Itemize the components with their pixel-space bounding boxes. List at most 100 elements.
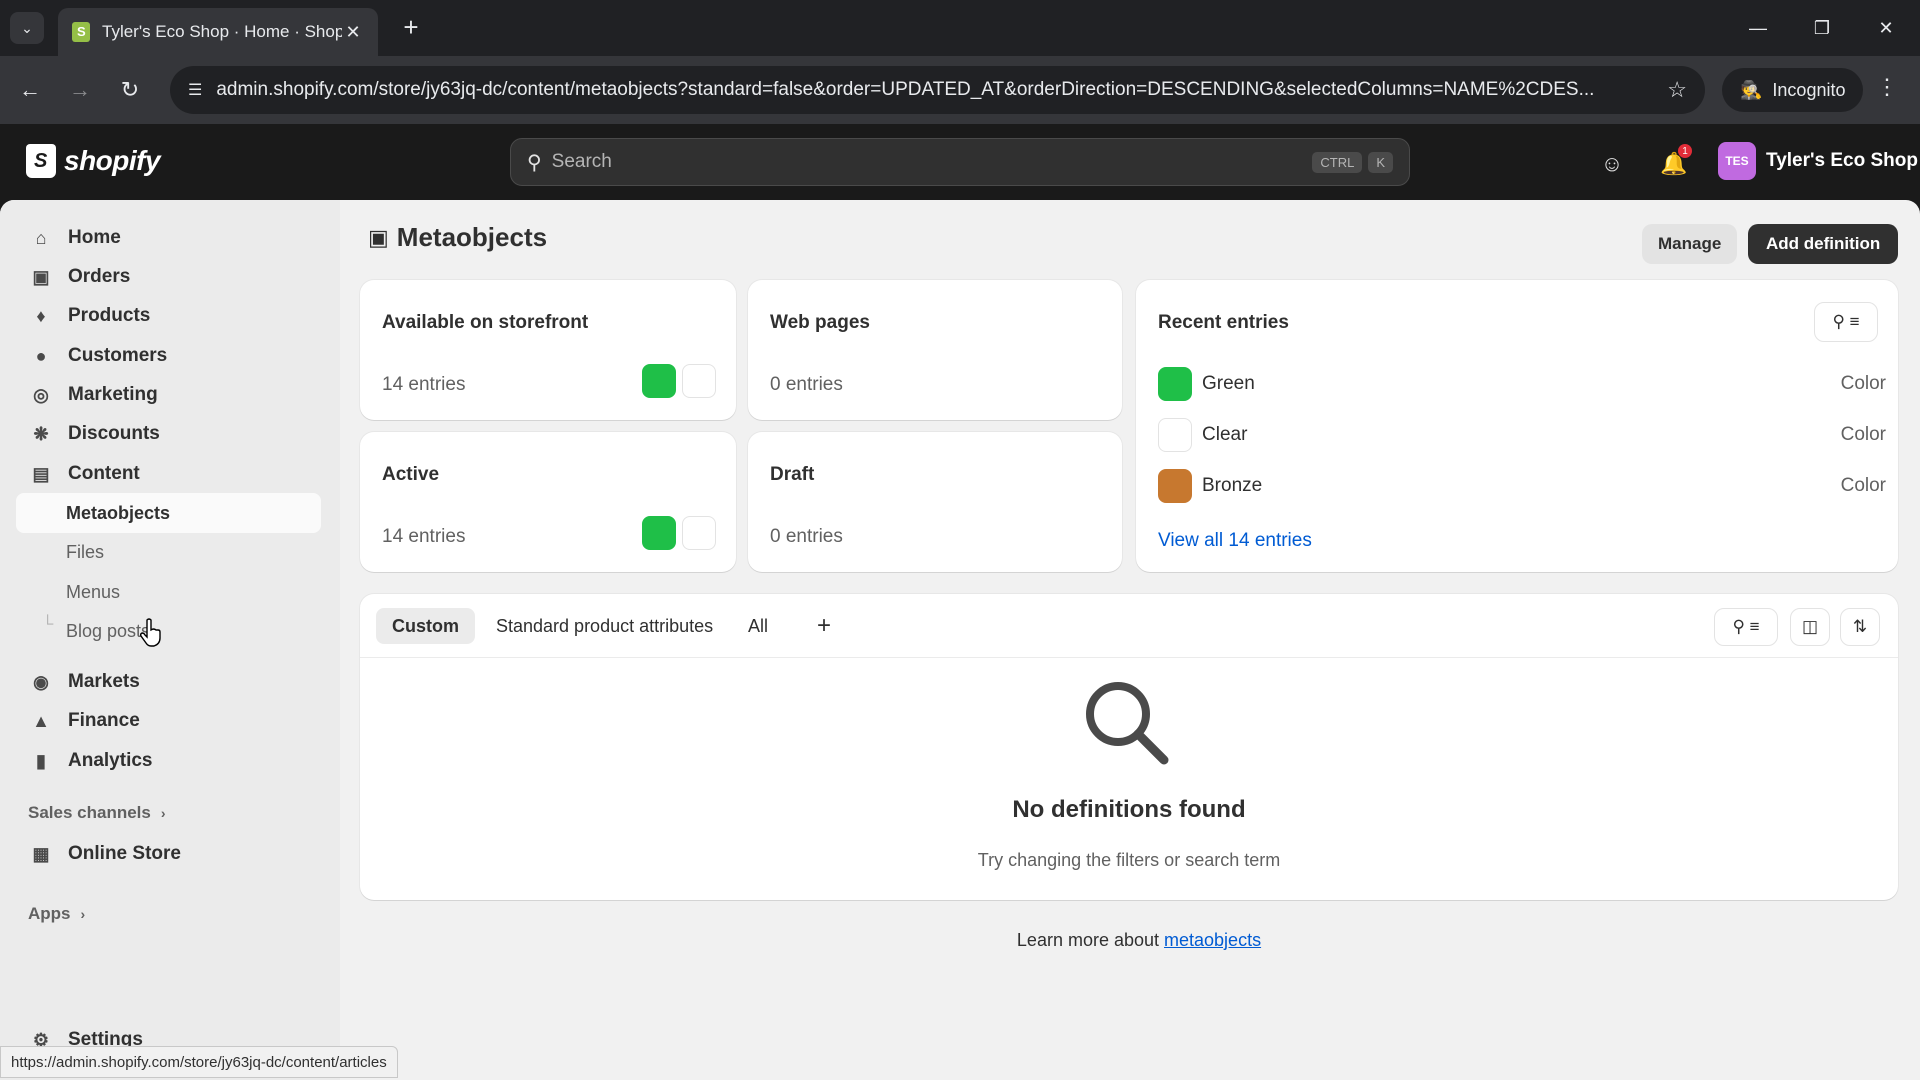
sales-channels-header[interactable]: Sales channels › xyxy=(28,803,166,823)
swatch-preview xyxy=(636,364,716,398)
recent-entries-card: Recent entries ⚲ ≡ Green Color Clear Col… xyxy=(1136,280,1898,572)
sidebar-item-markets[interactable]: ◉ Markets xyxy=(16,662,321,702)
sidebar-item-discounts[interactable]: ❋ Discounts xyxy=(16,414,321,454)
stat-card-active[interactable]: Active 14 entries xyxy=(360,432,736,572)
store-menu-button[interactable]: TES Tyler's Eco Shop xyxy=(1718,142,1918,180)
browser-menu-icon[interactable]: ⋮ xyxy=(1876,74,1898,100)
color-swatch xyxy=(1158,367,1192,401)
sidebar-item-label: Customers xyxy=(68,345,168,366)
entry-name: Green xyxy=(1202,373,1255,394)
restore-icon[interactable]: ❐ xyxy=(1802,10,1842,46)
sidekick-icon[interactable]: ☺ xyxy=(1594,146,1630,182)
home-icon: ⌂ xyxy=(35,227,47,248)
view-all-entries-link[interactable]: View all 14 entries xyxy=(1158,530,1312,552)
stat-card-draft[interactable]: Draft 0 entries xyxy=(748,432,1122,572)
sidebar-subitem-files[interactable]: Files xyxy=(16,532,321,572)
columns-icon[interactable]: ◫ xyxy=(1790,608,1830,646)
sidebar-item-content[interactable]: ▤ Content xyxy=(16,454,321,494)
new-tab-plus-icon[interactable]: + xyxy=(396,12,426,42)
tab-close-icon[interactable]: ✕ xyxy=(342,22,364,43)
recent-entry-row[interactable]: Green Color xyxy=(1158,366,1886,402)
sidebar-item-products[interactable]: ♦ Products xyxy=(16,296,321,336)
sidebar-item-marketing[interactable]: ◎ Marketing xyxy=(16,375,321,415)
bookmark-star-icon[interactable]: ☆ xyxy=(1667,77,1687,103)
magnifier-empty-icon xyxy=(1086,682,1169,765)
sidebar-item-label: Online Store xyxy=(68,843,181,864)
minimize-icon[interactable]: — xyxy=(1738,10,1778,46)
add-definition-button[interactable]: Add definition xyxy=(1748,224,1899,264)
url-text[interactable]: admin.shopify.com/store/jy63jq-dc/conten… xyxy=(216,79,1649,101)
sidebar-subitem-menus[interactable]: Menus xyxy=(16,572,321,612)
sidebar-item-online-store[interactable]: ▦ Online Store xyxy=(16,834,321,874)
back-arrow-icon[interactable]: ← xyxy=(12,72,48,108)
filter-icon: ≡ xyxy=(1849,312,1860,331)
sidebar-item-analytics[interactable]: ▮ Analytics xyxy=(16,741,321,781)
sidebar-item-customers[interactable]: ● Customers xyxy=(16,336,321,376)
search-placeholder: Search xyxy=(551,151,612,172)
notifications-bell-icon[interactable]: 🔔 1 xyxy=(1656,144,1692,182)
sort-icon[interactable]: ⇅ xyxy=(1840,608,1880,646)
empty-state-title: No definitions found xyxy=(1012,796,1246,823)
recent-entries-title: Recent entries xyxy=(1158,312,1289,333)
shopify-logo-text: shopify xyxy=(64,145,161,176)
recent-entry-row[interactable]: Bronze Color xyxy=(1158,468,1886,504)
entry-name: Bronze xyxy=(1202,475,1263,496)
filter-icon: ≡ xyxy=(1749,617,1760,636)
content-icon: ▤ xyxy=(32,463,50,484)
recent-entry-row[interactable]: Clear Color xyxy=(1158,417,1886,453)
shopify-topbar: shopify ⚲ Search CTRL K ☺ 🔔 1 TES Tyler'… xyxy=(0,124,1920,200)
kbd-k: K xyxy=(1368,151,1393,173)
page-header: ▣ Metaobjects xyxy=(368,222,547,253)
swatch-preview xyxy=(636,516,716,550)
stat-card-storefront[interactable]: Available on storefront 14 entries xyxy=(360,280,736,420)
sidebar-item-label: Marketing xyxy=(68,384,158,405)
green-swatch xyxy=(642,364,676,398)
address-bar[interactable]: ☰ admin.shopify.com/store/jy63jq-dc/cont… xyxy=(170,66,1705,114)
site-info-icon[interactable]: ☰ xyxy=(188,80,202,100)
reload-icon[interactable]: ↻ xyxy=(112,72,148,108)
search-icon: ⚲ xyxy=(1732,617,1745,636)
metaobjects-help-link[interactable]: metaobjects xyxy=(1164,930,1261,950)
sidebar-item-orders[interactable]: ▣ Orders xyxy=(16,257,321,297)
chart-icon: ▮ xyxy=(36,750,46,771)
discount-icon: ❋ xyxy=(33,423,49,444)
browser-tabstrip: ⌄ Tyler's Eco Shop · Home · Shopi ✕ + — … xyxy=(0,0,1920,56)
notification-badge: 1 xyxy=(1678,144,1692,158)
store-avatar: TES xyxy=(1718,142,1756,180)
stat-count: 0 entries xyxy=(770,374,843,395)
kbd-ctrl: CTRL xyxy=(1312,151,1363,173)
definitions-card: Custom Standard product attributes All +… xyxy=(360,594,1898,900)
add-view-plus-icon[interactable]: + xyxy=(806,608,842,644)
tab-list-chevron-icon[interactable]: ⌄ xyxy=(10,12,44,44)
globe-icon: ◉ xyxy=(33,671,49,692)
browser-tab[interactable]: Tyler's Eco Shop · Home · Shopi ✕ xyxy=(58,8,378,56)
tab-standard-product-attributes[interactable]: Standard product attributes xyxy=(480,608,729,644)
sidebar-item-home[interactable]: ⌂ Home xyxy=(16,218,321,258)
forward-arrow-icon[interactable]: → xyxy=(62,72,98,108)
recent-search-filter-button[interactable]: ⚲ ≡ xyxy=(1814,302,1878,342)
entry-type: Color xyxy=(1840,373,1886,394)
browser-toolbar: ← → ↻ ☰ admin.shopify.com/store/jy63jq-d… xyxy=(0,56,1920,124)
tab-all[interactable]: All xyxy=(732,608,784,644)
empty-state-subtitle: Try changing the filters or search term xyxy=(977,850,1281,870)
bank-icon: ▲ xyxy=(32,710,50,731)
shopify-logo[interactable]: shopify xyxy=(26,144,161,178)
incognito-label: Incognito xyxy=(1772,79,1846,100)
apps-label: Apps xyxy=(28,904,71,923)
global-search-input[interactable]: ⚲ Search CTRL K xyxy=(510,138,1410,186)
tab-custom[interactable]: Custom xyxy=(376,608,475,644)
sidebar-subitem-metaobjects[interactable]: Metaobjects xyxy=(16,493,321,533)
search-filter-button[interactable]: ⚲ ≡ xyxy=(1714,608,1778,646)
stat-card-web-pages[interactable]: Web pages 0 entries xyxy=(748,280,1122,420)
stat-count: 14 entries xyxy=(382,526,466,547)
window-close-icon[interactable]: ✕ xyxy=(1866,10,1906,46)
manage-button[interactable]: Manage xyxy=(1642,224,1738,264)
status-bar-url: https://admin.shopify.com/store/jy63jq-d… xyxy=(0,1046,398,1078)
incognito-indicator[interactable]: 🕵 Incognito xyxy=(1722,68,1864,112)
hand-pointer-cursor-icon xyxy=(140,618,161,647)
clear-swatch xyxy=(682,516,716,550)
sidebar-item-label: Discounts xyxy=(68,423,160,444)
sidebar-subitem-blog-posts[interactable]: Blog posts xyxy=(16,611,321,651)
sidebar-item-finance[interactable]: ▲ Finance xyxy=(16,701,321,741)
apps-header[interactable]: Apps › xyxy=(28,904,85,924)
